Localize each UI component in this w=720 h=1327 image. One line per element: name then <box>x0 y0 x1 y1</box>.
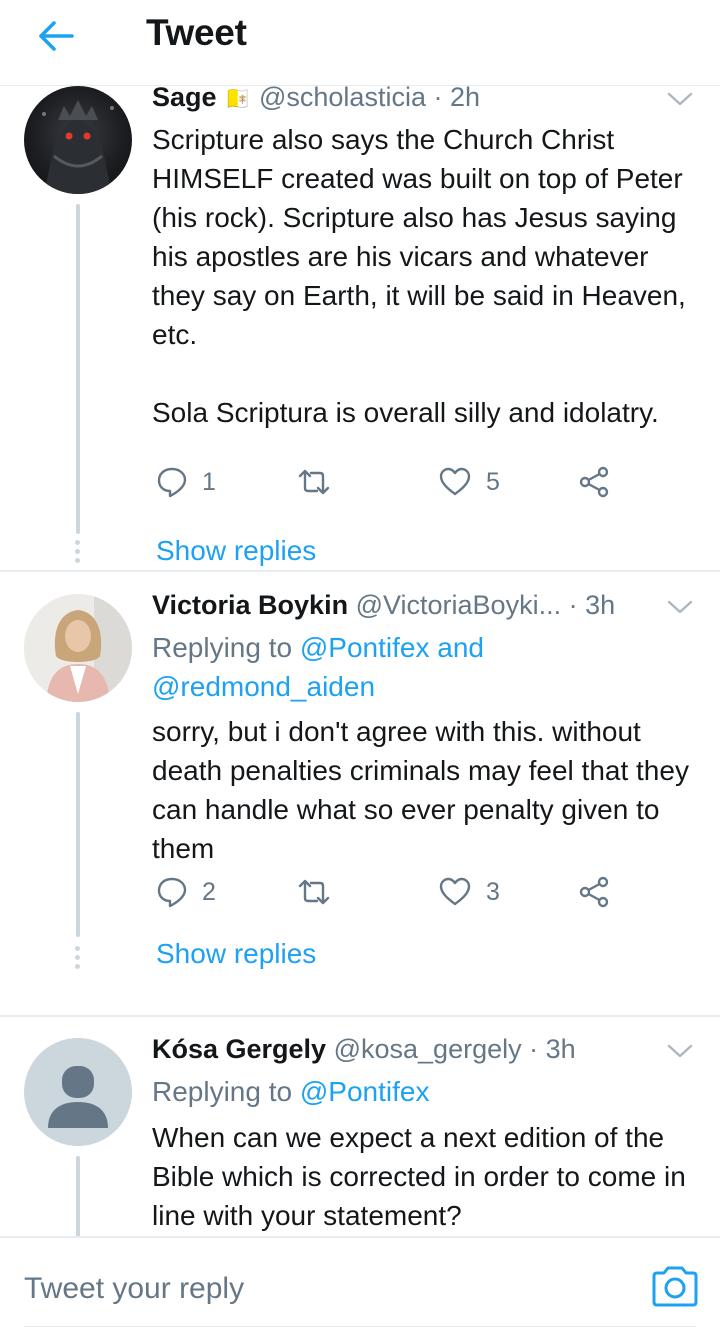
author-handle[interactable]: @scholasticia <box>259 86 426 112</box>
replying-to: Replying to @Pontifex and @redmond_aiden <box>152 628 692 706</box>
reply-button[interactable]: 2 <box>156 872 216 912</box>
tweet-header: Sage 🇻🇦 @scholasticia · 2h <box>152 86 480 113</box>
thread-more-dots <box>75 540 81 567</box>
tweet-header: Kósa Gergely @kosa_gergely · 3h <box>152 1034 576 1065</box>
reply-icon <box>157 877 187 908</box>
reply-input[interactable]: Tweet your reply <box>24 1260 698 1327</box>
tweet-header: Victoria Boykin @VictoriaBoyki... · 3h <box>152 590 615 621</box>
tweet-item[interactable]: Kósa Gergely @kosa_gergely · 3h Replying… <box>0 1016 720 1236</box>
tweet-actions: 2 3 <box>152 872 632 912</box>
share-button[interactable] <box>578 872 610 912</box>
tweet-text: sorry, but i don't agree with this. with… <box>152 716 689 864</box>
chevron-down-icon[interactable] <box>666 598 694 616</box>
top-app-bar: Tweet <box>0 0 720 86</box>
replies-feed: Sage 🇻🇦 @scholasticia · 2h Scripture als… <box>0 86 720 1236</box>
retweet-icon <box>298 469 330 495</box>
avatar[interactable] <box>24 1038 132 1146</box>
thread-dot <box>75 955 80 960</box>
avatar-image <box>24 594 132 702</box>
tweet-text: When can we expect a next edition of the… <box>152 1122 686 1231</box>
mention-link[interactable]: @redmond_aiden <box>152 671 375 702</box>
camera-icon[interactable] <box>650 1264 700 1308</box>
tweet-item[interactable]: Sage 🇻🇦 @scholasticia · 2h Scripture als… <box>0 86 720 572</box>
author-handle[interactable]: @kosa_gergely <box>334 1034 522 1064</box>
author-name[interactable]: Victoria Boykin <box>152 590 348 620</box>
share-icon <box>579 876 609 908</box>
thread-connector <box>76 712 80 937</box>
like-count: 3 <box>486 877 500 906</box>
chevron-down-icon[interactable] <box>666 1042 694 1060</box>
reply-button[interactable]: 1 <box>156 462 216 502</box>
tweet-item[interactable]: Victoria Boykin @VictoriaBoyki... · 3h R… <box>0 572 720 1017</box>
retweet-button[interactable] <box>296 872 346 912</box>
show-replies-link[interactable]: Show replies <box>156 938 316 970</box>
like-count: 5 <box>486 467 500 496</box>
author-name[interactable]: Sage <box>152 86 217 112</box>
retweet-button[interactable] <box>296 462 346 502</box>
chevron-down-icon[interactable] <box>666 90 694 108</box>
like-icon <box>439 877 471 906</box>
thread-dot <box>75 946 80 951</box>
author-name[interactable]: Kósa Gergely <box>152 1034 326 1064</box>
thread-more-dots <box>75 946 81 973</box>
avatar-image <box>42 100 114 194</box>
tweet-time: · 3h <box>568 590 616 620</box>
share-button[interactable] <box>578 462 610 502</box>
default-avatar-icon <box>48 1066 108 1128</box>
retweet-icon <box>298 879 330 905</box>
mention-and[interactable]: and <box>437 632 484 663</box>
mention-link[interactable]: @Pontifex <box>300 632 430 663</box>
avatar[interactable] <box>24 86 132 194</box>
replying-to-label: Replying to <box>152 632 293 663</box>
replying-to: Replying to @Pontifex <box>152 1072 692 1111</box>
thread-dot <box>75 964 80 969</box>
reply-placeholder: Tweet your reply <box>24 1272 245 1305</box>
thread-connector <box>76 1156 80 1236</box>
tweet-actions: 1 5 <box>152 462 632 502</box>
like-button[interactable]: 5 <box>438 462 500 502</box>
thread-dot <box>75 549 80 554</box>
thread-connector <box>76 204 80 534</box>
tweet-time: · 2h <box>433 86 481 112</box>
author-handle[interactable]: @VictoriaBoyki... <box>356 590 561 620</box>
show-replies-link[interactable]: Show replies <box>156 535 316 567</box>
thread-dot <box>75 558 80 563</box>
reply-count: 1 <box>202 467 216 496</box>
back-arrow-icon[interactable] <box>34 14 78 58</box>
tweet-text: Scripture also says the Church Christ HI… <box>152 124 686 428</box>
reply-icon <box>157 467 187 498</box>
like-icon <box>439 467 471 496</box>
reply-composer: Tweet your reply <box>0 1236 720 1327</box>
tweet-time: · 3h <box>529 1034 576 1064</box>
share-icon <box>579 466 609 498</box>
replying-to-label: Replying to <box>152 1076 293 1107</box>
thread-dot <box>75 540 80 545</box>
like-button[interactable]: 3 <box>438 872 500 912</box>
mention-link[interactable]: @Pontifex <box>300 1076 430 1107</box>
flag-emoji: 🇻🇦 <box>224 86 252 111</box>
page-title: Tweet <box>146 12 247 53</box>
reply-count: 2 <box>202 877 216 906</box>
avatar[interactable] <box>24 594 132 702</box>
